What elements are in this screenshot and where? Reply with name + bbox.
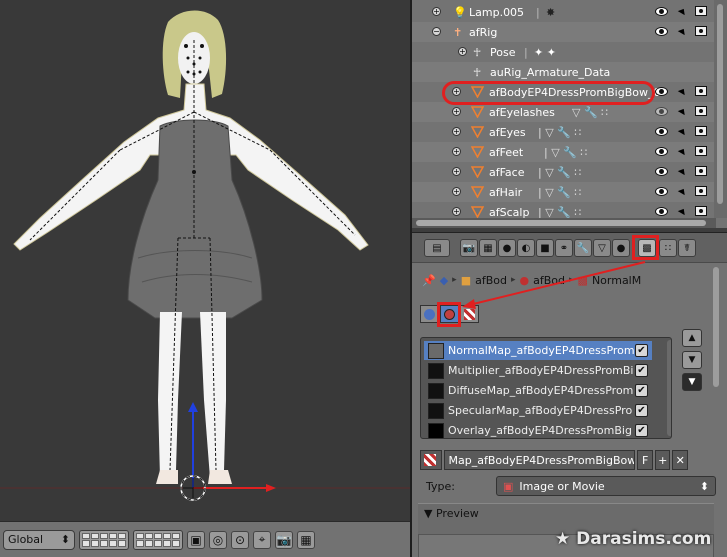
annotation-arrow — [462, 261, 646, 309]
blender-window: Global ⬍ ▣ ◎ ⊙ ⌖ 📷 ▦ + 💡 Lamp.005 | ✸ − … — [0, 0, 727, 557]
watermark-text: Darasims.com — [576, 529, 712, 549]
star-icon: ★ — [555, 529, 571, 549]
watermark: ★ Darasims.com — [555, 529, 711, 549]
